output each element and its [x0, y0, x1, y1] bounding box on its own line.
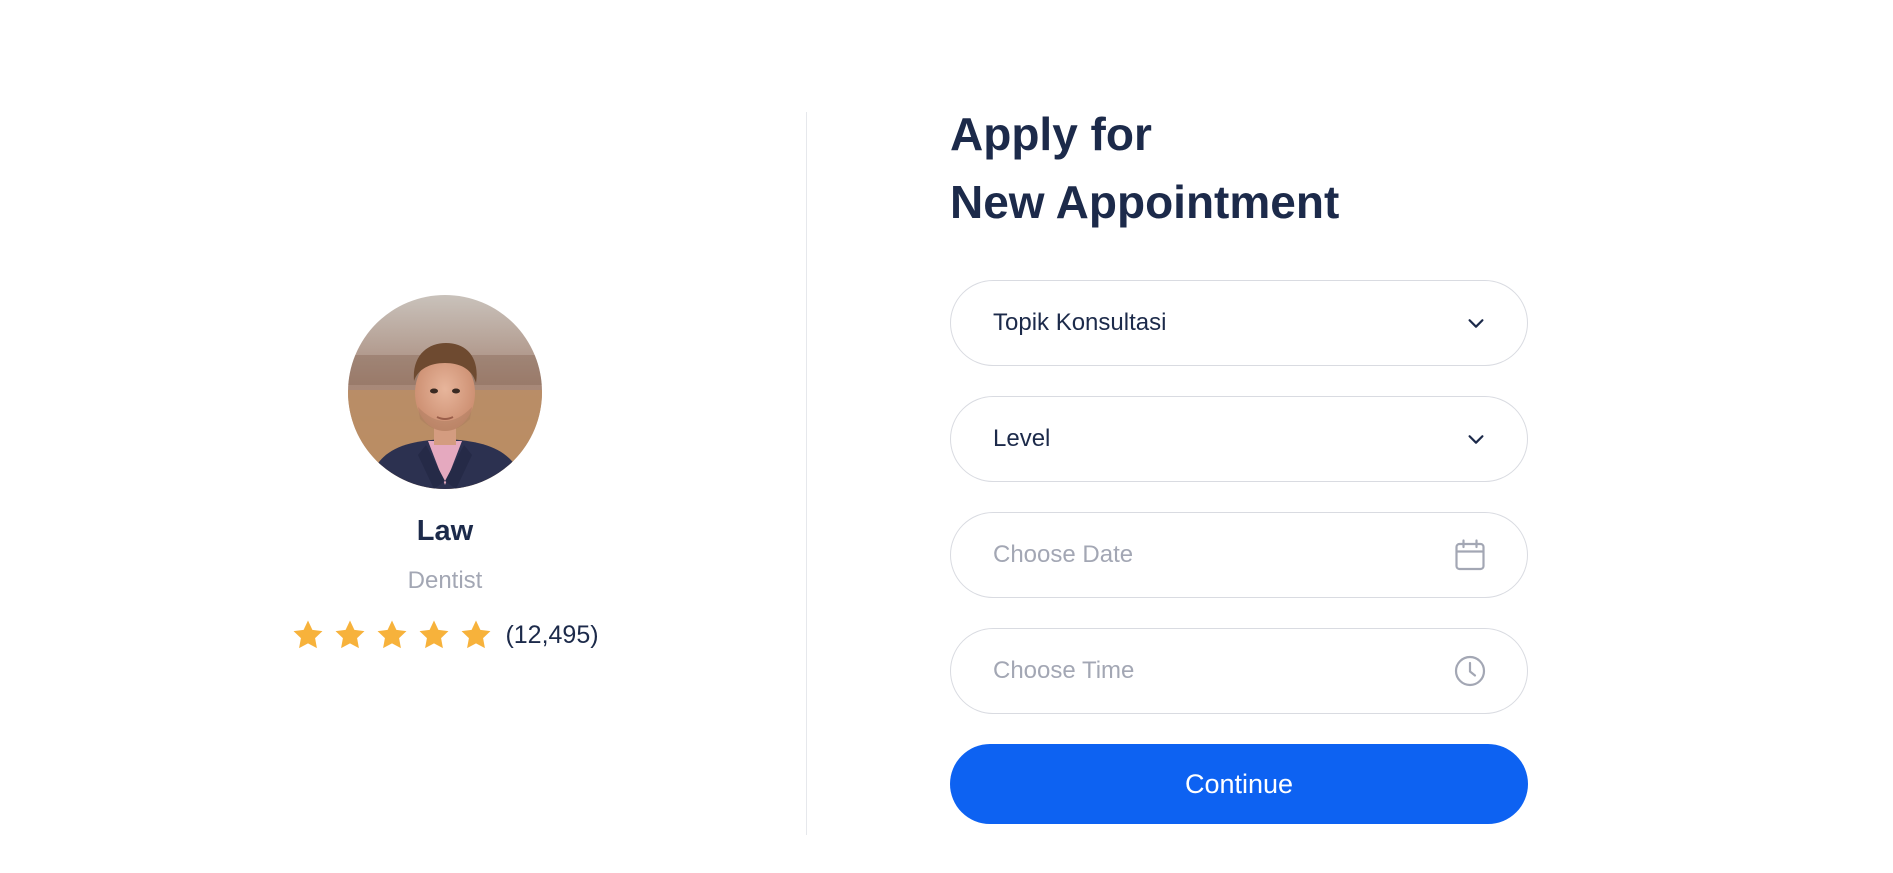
- rating-count: (12,495): [505, 620, 599, 649]
- level-select[interactable]: Level: [950, 396, 1528, 482]
- date-input-placeholder: Choose Date: [993, 541, 1134, 568]
- star-icon: [461, 620, 491, 649]
- appointment-page: Law Dentist (12,495) Apply for New Appoi…: [0, 0, 1893, 873]
- doctor-avatar: [348, 295, 542, 489]
- level-select-value: Level: [993, 425, 1051, 452]
- star-icon: [335, 620, 365, 649]
- form-title: Apply for New Appointment: [950, 100, 1528, 236]
- star-icon: [293, 620, 323, 649]
- continue-button[interactable]: Continue: [950, 744, 1528, 824]
- chevron-down-icon: [1468, 319, 1484, 328]
- topic-select-value: Topik Konsultasi: [993, 309, 1167, 336]
- form-title-line-1: Apply for: [950, 108, 1152, 160]
- star-icon: [377, 620, 407, 649]
- topic-select[interactable]: Topik Konsultasi: [950, 280, 1528, 366]
- form-title-line-2: New Appointment: [950, 176, 1340, 228]
- time-input[interactable]: Choose Time: [950, 628, 1528, 714]
- doctor-profile-card: Law Dentist (12,495): [240, 295, 650, 655]
- doctor-name: Law: [416, 515, 474, 547]
- time-input-placeholder: Choose Time: [993, 657, 1135, 684]
- vertical-divider: [806, 112, 807, 835]
- calendar-icon[interactable]: [1453, 538, 1487, 572]
- clock-icon[interactable]: [1453, 654, 1487, 688]
- appointment-form: Apply for New Appointment Topik Konsulta…: [950, 100, 1528, 824]
- chevron-down-icon: [1468, 435, 1484, 444]
- star-icon: [419, 620, 449, 649]
- date-input[interactable]: Choose Date: [950, 512, 1528, 598]
- form-fields: Topik Konsultasi Level Choose Date Choos…: [950, 280, 1528, 714]
- doctor-rating: (12,495): [291, 615, 599, 655]
- doctor-specialty: Dentist: [407, 567, 483, 594]
